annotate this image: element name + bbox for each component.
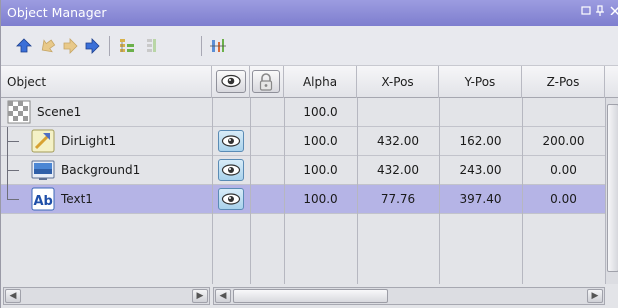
ypos-value: 243.00 <box>459 163 502 177</box>
column-alpha-label: Alpha <box>302 75 338 89</box>
column-ypos-label: Y-Pos <box>464 75 496 89</box>
alpha-value: 100.0 <box>303 163 338 177</box>
tree-connector <box>7 170 19 171</box>
table-row[interactable]: Scene1 100.0 <box>1 98 605 127</box>
move-up-icon[interactable] <box>15 37 33 55</box>
background-icon <box>31 158 55 182</box>
column-zpos-label: Z-Pos <box>546 75 580 89</box>
table-row[interactable]: DirLight1 100.0 432.00 162.00 200.00 <box>1 127 605 156</box>
grid-line <box>212 98 213 284</box>
zpos-value: 0.00 <box>550 192 577 206</box>
alpha-value: 100.0 <box>303 105 338 119</box>
toolbar-separator <box>109 36 110 56</box>
properties-icon[interactable] <box>209 37 227 55</box>
toolbar-separator <box>201 36 202 56</box>
scroll-left-icon[interactable]: ◀ <box>5 289 21 303</box>
column-lock[interactable] <box>250 66 284 98</box>
table-row[interactable]: Background1 100.0 432.00 243.00 0.00 <box>1 156 605 185</box>
grid-line <box>357 98 358 284</box>
column-zpos[interactable]: Z-Pos <box>522 66 605 98</box>
grid-line <box>522 98 523 284</box>
text-icon: Ab <box>31 187 55 211</box>
close-icon[interactable] <box>609 5 618 19</box>
svg-text:Ab: Ab <box>34 194 53 209</box>
grid-line <box>284 98 285 284</box>
vertical-scroll-thumb[interactable] <box>607 104 618 272</box>
move-left-icon[interactable] <box>39 37 57 55</box>
eye-icon[interactable] <box>216 70 246 93</box>
light-icon <box>31 129 55 153</box>
grid-line <box>250 98 251 284</box>
expand-tree-icon[interactable] <box>118 37 136 55</box>
column-xpos-label: X-Pos <box>381 75 414 89</box>
table-row[interactable]: Ab Text1 100.0 77.76 397.40 0.00 <box>1 185 605 214</box>
values-horizontal-scrollbar[interactable]: ◀ ▶ <box>213 287 605 305</box>
collapse-tree-icon[interactable] <box>142 37 160 55</box>
vertical-scrollbar[interactable] <box>605 98 618 284</box>
zpos-value: 0.00 <box>550 163 577 177</box>
scene-icon <box>7 100 31 124</box>
column-visible[interactable] <box>212 66 250 98</box>
toolbar <box>1 26 618 66</box>
ypos-value <box>439 98 522 126</box>
xpos-value: 432.00 <box>377 134 419 148</box>
ypos-value: 162.00 <box>459 134 502 148</box>
zpos-value: 200.00 <box>542 134 585 148</box>
window-title: Object Manager <box>7 5 107 20</box>
column-object-label: Object <box>7 75 47 89</box>
object-name: Text1 <box>61 192 93 206</box>
move-right-icon[interactable] <box>61 37 79 55</box>
pin-icon[interactable] <box>593 5 607 19</box>
tree-connector <box>7 127 8 199</box>
object-horizontal-scrollbar[interactable]: ◀ ▶ <box>3 287 210 305</box>
xpos-value: 432.00 <box>377 163 419 177</box>
tree-connector <box>7 141 19 142</box>
column-object[interactable]: Object <box>1 66 212 98</box>
alpha-value: 100.0 <box>303 192 338 206</box>
xpos-value: 77.76 <box>380 192 416 206</box>
object-grid: Scene1 100.0 DirLight1 100.0 432.00 162.… <box>1 98 605 284</box>
zpos-value <box>522 98 605 126</box>
move-down-icon[interactable] <box>83 37 101 55</box>
column-header: Object Alpha X-Pos Y-Pos Z-Pos <box>1 66 618 98</box>
grid-line <box>439 98 440 284</box>
tree-connector <box>7 199 19 200</box>
scroll-left-icon[interactable]: ◀ <box>215 289 231 303</box>
scroll-right-icon[interactable]: ▶ <box>192 289 208 303</box>
alpha-value: 100.0 <box>303 134 338 148</box>
horizontal-scroll-thumb[interactable] <box>233 289 388 303</box>
eye-icon[interactable] <box>218 130 244 152</box>
lock-icon[interactable] <box>252 70 280 93</box>
object-name: DirLight1 <box>61 134 117 148</box>
object-name: Background1 <box>61 163 141 177</box>
xpos-value <box>357 98 439 126</box>
column-xpos[interactable]: X-Pos <box>357 66 439 98</box>
eye-icon[interactable] <box>218 159 244 181</box>
column-alpha[interactable]: Alpha <box>284 66 357 98</box>
eye-icon[interactable] <box>218 188 244 210</box>
object-manager-panel: Object Manager Object Alpha X-Pos Y-Pos … <box>0 0 618 308</box>
ypos-value: 397.40 <box>459 192 502 206</box>
title-bar: Object Manager <box>1 0 618 26</box>
column-ypos[interactable]: Y-Pos <box>439 66 522 98</box>
maximize-icon[interactable] <box>579 5 593 19</box>
scroll-right-icon[interactable]: ▶ <box>587 289 603 303</box>
object-name: Scene1 <box>37 105 82 119</box>
